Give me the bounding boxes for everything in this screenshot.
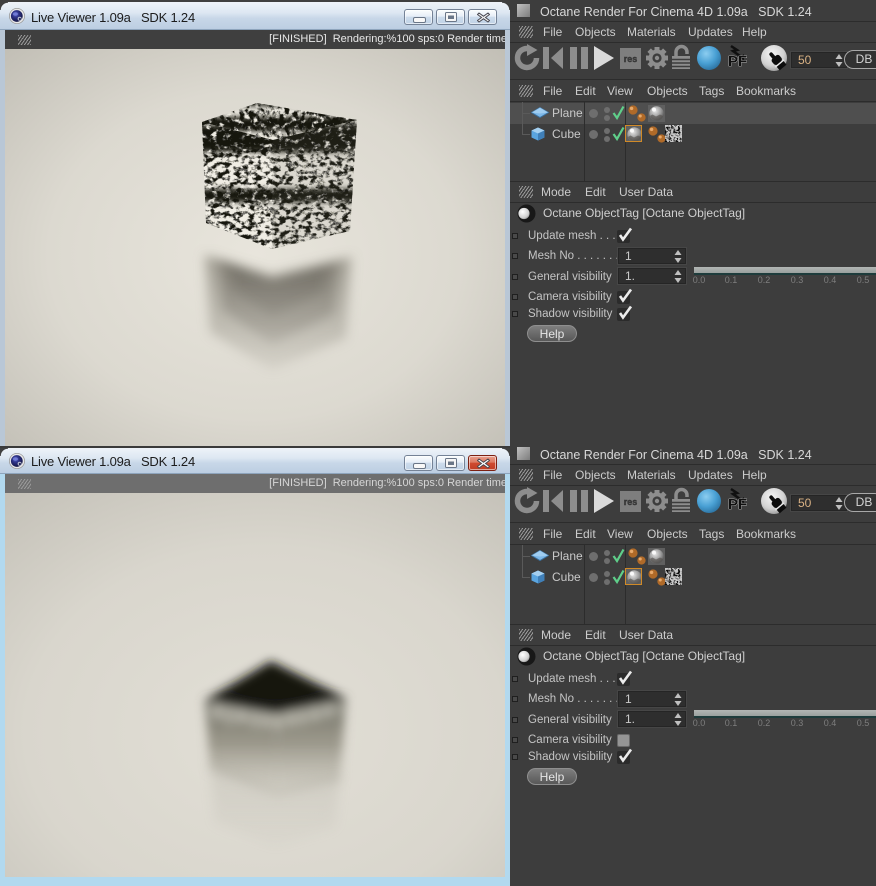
svg-text:res: res: [624, 54, 638, 64]
svg-text:res: res: [624, 497, 638, 507]
svg-text:PF: PF: [728, 53, 747, 70]
svg-text:PF: PF: [728, 496, 747, 513]
